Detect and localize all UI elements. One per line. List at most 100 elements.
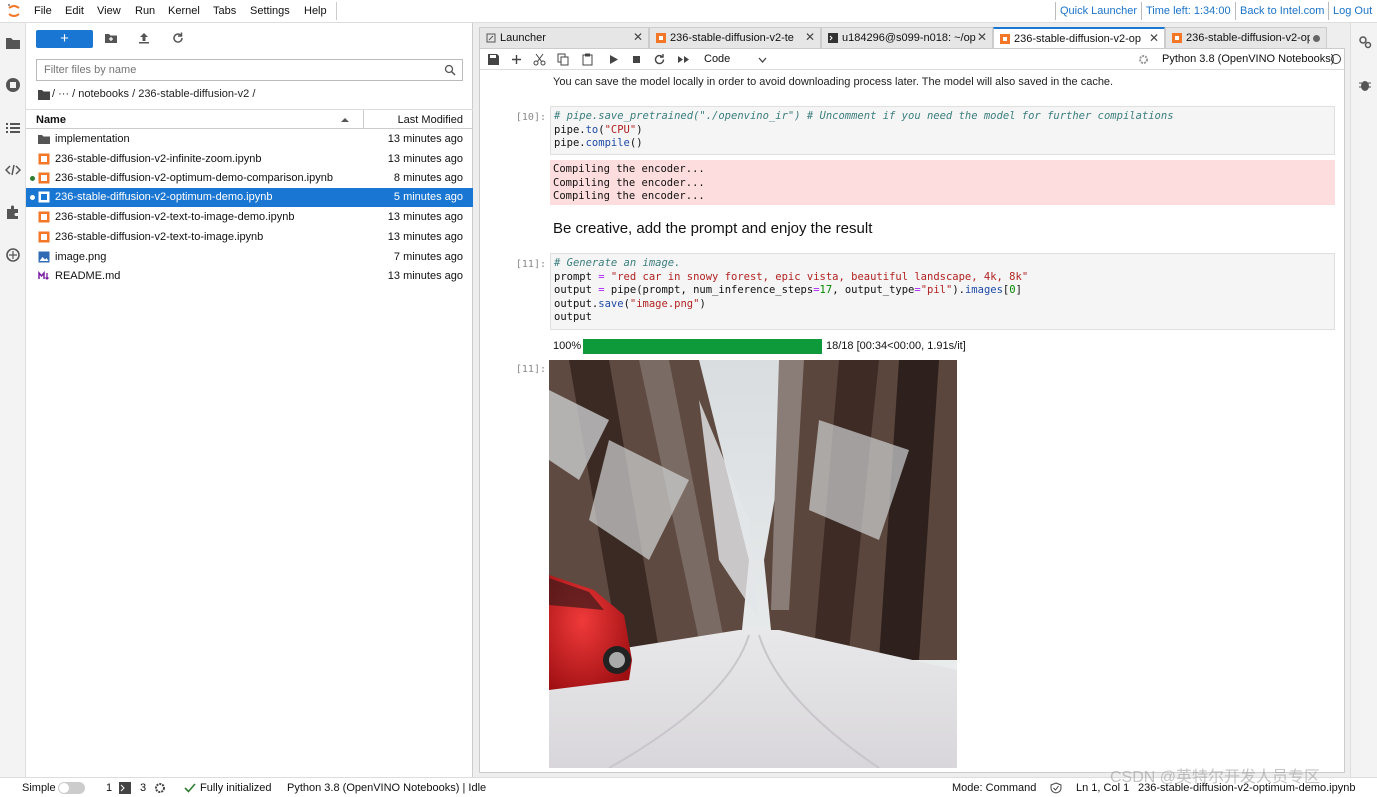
jupyter-logo-icon[interactable] bbox=[6, 3, 22, 19]
close-icon[interactable]: ✕ bbox=[633, 30, 643, 44]
table-of-contents-icon[interactable] bbox=[5, 120, 21, 136]
trusted-shield-icon[interactable] bbox=[1050, 782, 1062, 794]
save-icon[interactable] bbox=[487, 53, 500, 66]
terminal-icon[interactable] bbox=[119, 782, 131, 794]
folder-icon[interactable] bbox=[5, 35, 21, 51]
debugger-icon[interactable] bbox=[5, 247, 21, 263]
simple-mode-toggle[interactable] bbox=[58, 782, 85, 794]
tab-text-to-image-notebook[interactable]: 236-stable-diffusion-v2-te ✕ bbox=[649, 27, 821, 48]
file-modified: 13 minutes ago bbox=[387, 133, 463, 145]
code-token: output. bbox=[554, 297, 599, 310]
close-icon[interactable]: ✕ bbox=[805, 30, 815, 44]
code-token: ] bbox=[1015, 284, 1022, 297]
fast-forward-icon[interactable] bbox=[677, 53, 690, 66]
notebook-toolbar: Code Python 3.8 (OpenVINO Notebooks) bbox=[480, 49, 1344, 70]
file-row-optimum-demo-comparison[interactable]: 236-stable-diffusion-v2-optimum-demo-com… bbox=[26, 169, 473, 188]
file-row-infinite-zoom[interactable]: 236-stable-diffusion-v2-infinite-zoom.ip… bbox=[26, 150, 473, 169]
code-token: pipe(prompt, num_inference_steps bbox=[604, 284, 814, 297]
extension-icon[interactable] bbox=[5, 204, 21, 220]
file-filter-input[interactable] bbox=[37, 60, 437, 80]
search-icon bbox=[444, 64, 456, 76]
menu-help[interactable]: Help bbox=[304, 5, 327, 17]
stderr-output: Compiling the encoder... Compiling the e… bbox=[550, 160, 1335, 205]
kernel-gear-icon[interactable] bbox=[154, 782, 166, 794]
kernel-name[interactable]: Python 3.8 (OpenVINO Notebooks) bbox=[1162, 53, 1334, 65]
file-row-readme[interactable]: README.md 13 minutes ago bbox=[26, 267, 473, 286]
editor-mode: Mode: Command bbox=[952, 782, 1037, 794]
code-comment: # Generate an image. bbox=[554, 257, 681, 269]
bug-icon[interactable] bbox=[1358, 78, 1372, 92]
file-row-implementation[interactable]: implementation 13 minutes ago bbox=[26, 130, 473, 149]
menu-tabs[interactable]: Tabs bbox=[213, 5, 236, 17]
chevron-down-icon[interactable] bbox=[758, 56, 767, 64]
notebook-icon bbox=[38, 231, 50, 243]
close-icon[interactable]: ✕ bbox=[977, 30, 987, 44]
file-list-header: Name Last Modified bbox=[26, 109, 473, 129]
terminal-icon bbox=[828, 33, 838, 43]
cut-icon[interactable] bbox=[533, 53, 546, 66]
menu-settings[interactable]: Settings bbox=[250, 5, 290, 17]
toggle-knob bbox=[59, 783, 69, 793]
link-separator bbox=[1235, 2, 1236, 20]
insert-cell-icon[interactable] bbox=[510, 53, 523, 66]
file-row-optimum-demo[interactable]: 236-stable-diffusion-v2-optimum-demo.ipy… bbox=[26, 188, 473, 207]
sort-ascending-icon[interactable] bbox=[340, 115, 350, 125]
generated-image bbox=[549, 360, 957, 768]
new-folder-icon[interactable] bbox=[104, 31, 118, 45]
code-cell-compile[interactable]: # pipe.save_pretrained("./openvino_ir") … bbox=[550, 106, 1335, 155]
unsaved-changes-icon[interactable] bbox=[1313, 35, 1320, 42]
menu-run[interactable]: Run bbox=[135, 5, 155, 17]
cell-prompt: [10]: bbox=[515, 112, 546, 123]
code-token: "image.png" bbox=[629, 297, 700, 310]
code-token: prompt bbox=[554, 270, 599, 283]
kernel-status-text[interactable]: Python 3.8 (OpenVINO Notebooks) | Idle bbox=[287, 782, 486, 794]
tab-launcher[interactable]: Launcher ✕ bbox=[479, 27, 649, 48]
tab-optimum-demo-comparison[interactable]: 236-stable-diffusion-v2-op bbox=[1165, 27, 1327, 48]
column-name-header[interactable]: Name bbox=[36, 114, 66, 126]
kernel-count[interactable]: 3 bbox=[140, 782, 146, 794]
column-modified-header[interactable]: Last Modified bbox=[398, 114, 463, 126]
new-launcher-button[interactable]: + bbox=[36, 30, 93, 48]
home-folder-icon[interactable] bbox=[38, 89, 50, 100]
launcher-icon bbox=[486, 33, 496, 43]
file-browser-panel: + / ··· / notebooks / 236-stable-diffusi… bbox=[26, 23, 473, 777]
restart-icon[interactable] bbox=[653, 53, 666, 66]
stop-icon[interactable] bbox=[630, 53, 643, 66]
tab-optimum-demo-active[interactable]: 236-stable-diffusion-v2-op ✕ bbox=[993, 27, 1165, 48]
running-indicator bbox=[30, 195, 35, 200]
tab-label: 236-stable-diffusion-v2-op bbox=[1014, 33, 1141, 45]
terminal-count[interactable]: 1 bbox=[106, 782, 112, 794]
code-cell-generate[interactable]: # Generate an image. prompt = "red car i… bbox=[550, 253, 1335, 330]
code-token: ) bbox=[699, 297, 706, 310]
property-inspector-icon[interactable] bbox=[1358, 35, 1372, 49]
code-token: () bbox=[629, 137, 643, 150]
upload-icon[interactable] bbox=[137, 31, 151, 45]
tab-label: Launcher bbox=[500, 32, 546, 44]
menu-view[interactable]: View bbox=[97, 5, 121, 17]
menu-edit[interactable]: Edit bbox=[65, 5, 84, 17]
close-icon[interactable]: ✕ bbox=[1149, 31, 1159, 45]
file-row-text-to-image[interactable]: 236-stable-diffusion-v2-text-to-image.ip… bbox=[26, 228, 473, 247]
tab-bar: Launcher ✕ 236-stable-diffusion-v2-te ✕ … bbox=[479, 27, 1345, 48]
file-name: 236-stable-diffusion-v2-text-to-image-de… bbox=[55, 211, 295, 223]
file-row-text-to-image-demo[interactable]: 236-stable-diffusion-v2-text-to-image-de… bbox=[26, 208, 473, 227]
file-row-image-png[interactable]: image.png 7 minutes ago bbox=[26, 248, 473, 267]
gear-icon[interactable] bbox=[1138, 54, 1149, 65]
cell-type-select[interactable]: Code bbox=[704, 53, 730, 65]
folder-icon bbox=[38, 135, 50, 144]
back-to-intel-link[interactable]: Back to Intel.com bbox=[1240, 5, 1324, 17]
running-kernels-icon[interactable] bbox=[5, 77, 21, 93]
menu-file[interactable]: File bbox=[34, 5, 52, 17]
breadcrumb-path[interactable]: / ··· / notebooks / 236-stable-diffusion… bbox=[52, 88, 255, 100]
log-out-link[interactable]: Log Out bbox=[1333, 5, 1372, 17]
menu-kernel[interactable]: Kernel bbox=[168, 5, 200, 17]
quick-launcher-link[interactable]: Quick Launcher bbox=[1060, 5, 1137, 17]
tab-label: 236-stable-diffusion-v2-op bbox=[1186, 32, 1310, 44]
code-icon[interactable] bbox=[5, 162, 21, 178]
paste-icon[interactable] bbox=[581, 53, 594, 66]
refresh-icon[interactable] bbox=[171, 31, 185, 45]
tab-terminal[interactable]: u184296@s099-n018: ~/op ✕ bbox=[821, 27, 993, 48]
copy-icon[interactable] bbox=[557, 53, 570, 66]
notebook-icon bbox=[38, 153, 50, 165]
run-icon[interactable] bbox=[607, 53, 620, 66]
